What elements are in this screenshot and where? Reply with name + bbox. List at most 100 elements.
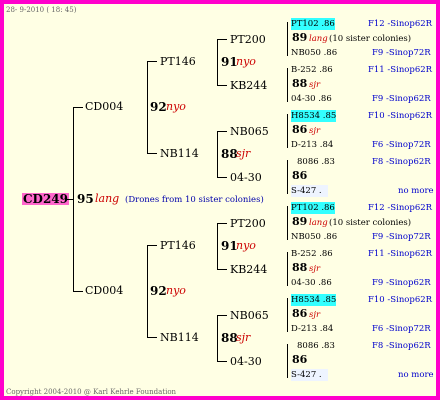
gen4-num: 86: [292, 307, 308, 320]
gen4-id[interactable]: H8534 .85: [291, 294, 337, 306]
gen4-id[interactable]: S-427 .: [291, 369, 328, 381]
sire-id[interactable]: CD004: [85, 285, 123, 297]
connector: [217, 39, 218, 86]
gen2-breeder: nyo: [236, 239, 256, 252]
connector: [147, 337, 157, 338]
sire-breeder: nyo: [166, 284, 186, 297]
gen4-id[interactable]: NB050 .86: [291, 47, 337, 59]
connector: [287, 344, 288, 378]
sire-num: 92: [150, 284, 167, 298]
gen2-id[interactable]: NB114: [160, 332, 199, 344]
gen4-ref: F11 -Sinop62R: [368, 65, 433, 75]
gen3-id[interactable]: KB244: [230, 264, 267, 276]
gen4-ref: F9 -Sinop72R: [372, 48, 431, 58]
gen4-num: 86: [292, 169, 308, 182]
connector: [147, 153, 157, 154]
gen4-id[interactable]: PT102 .86: [291, 18, 335, 30]
gen4-id[interactable]: H8534 .85: [291, 110, 337, 122]
gen4-note: (10 sister colonies): [329, 218, 412, 228]
gen2-breeder: nyo: [236, 55, 256, 68]
gen4-id[interactable]: 8086 .83: [297, 340, 335, 352]
gen2-breeder: sjr: [236, 147, 251, 160]
gen4-ref: no more: [398, 370, 434, 380]
timestamp: 28- 9-2010 ( 18: 45): [6, 6, 77, 14]
dam-id[interactable]: CD004: [85, 101, 123, 113]
gen4-id[interactable]: B-252 .86: [291, 248, 333, 260]
gen4-breeder: sjr: [309, 126, 321, 136]
connector: [287, 252, 288, 286]
root-breeder: lang: [95, 192, 120, 205]
connector: [217, 361, 227, 362]
gen4-ref: F12 -Sinop62R: [368, 203, 433, 213]
gen4-ref: F8 -Sinop62R: [372, 341, 431, 351]
connector: [147, 61, 157, 62]
gen4-id[interactable]: NB050 .86: [291, 231, 337, 243]
gen2-id[interactable]: PT146: [160, 240, 196, 252]
connector: [217, 177, 227, 178]
dam-num: 92: [150, 100, 167, 114]
connector: [217, 131, 218, 178]
connector: [147, 61, 148, 154]
gen4-id[interactable]: 04-30 .86: [291, 277, 332, 289]
gen4-ref: F10 -Sinop62R: [368, 111, 433, 121]
connector: [147, 245, 148, 338]
connector: [217, 223, 227, 224]
gen4-breeder: sjr: [309, 80, 321, 90]
pedigree-page: 28- 9-2010 ( 18: 45) CD249 95 lang (Dron…: [0, 0, 440, 400]
gen3-id[interactable]: PT200: [230, 34, 266, 46]
connector: [217, 85, 227, 86]
connector: [73, 107, 83, 108]
gen2-id[interactable]: PT146: [160, 56, 196, 68]
gen4-id[interactable]: B-252 .86: [291, 64, 333, 76]
connector: [217, 131, 227, 132]
connector: [287, 22, 288, 56]
gen4-num: 88: [292, 77, 308, 90]
root-note: (Drones from 10 sister colonies): [125, 195, 264, 205]
connector: [217, 39, 227, 40]
gen4-ref: F9 -Sinop72R: [372, 232, 431, 242]
gen2-id[interactable]: NB114: [160, 148, 199, 160]
connector: [217, 315, 218, 362]
gen4-num: 86: [292, 353, 308, 366]
gen4-id[interactable]: D-213 .84: [291, 323, 333, 335]
gen3-id[interactable]: 04-30: [230, 356, 262, 368]
gen4-num: 89: [292, 215, 308, 228]
gen3-id[interactable]: PT200: [230, 218, 266, 230]
gen4-id[interactable]: 04-30 .86: [291, 93, 332, 105]
gen4-ref: F11 -Sinop62R: [368, 249, 433, 259]
gen4-ref: no more: [398, 186, 434, 196]
connector: [73, 107, 74, 292]
connector: [217, 269, 227, 270]
root-num: 95: [77, 192, 94, 206]
connector: [287, 160, 288, 194]
gen4-ref: F6 -Sinop72R: [372, 140, 431, 150]
gen4-id[interactable]: 8086 .83: [297, 156, 335, 168]
gen2-breeder: sjr: [236, 331, 251, 344]
gen4-ref: F8 -Sinop62R: [372, 157, 431, 167]
gen3-id[interactable]: KB244: [230, 80, 267, 92]
gen3-id[interactable]: NB065: [230, 310, 269, 322]
gen3-id[interactable]: 04-30: [230, 172, 262, 184]
connector: [287, 68, 288, 102]
gen4-ref: F9 -Sinop62R: [372, 94, 431, 104]
gen4-num: 88: [292, 261, 308, 274]
copyright: Copyright 2004-2010 @ Karl Kehrle Founda…: [6, 388, 177, 396]
gen4-ref: F10 -Sinop62R: [368, 295, 433, 305]
gen4-id[interactable]: PT102 .86: [291, 202, 335, 214]
gen4-ref: F6 -Sinop72R: [372, 324, 431, 334]
gen4-id[interactable]: D-213 .84: [291, 139, 333, 151]
root-id[interactable]: CD249: [22, 193, 70, 205]
gen4-breeder: lang: [309, 34, 328, 44]
connector: [287, 114, 288, 148]
connector: [287, 206, 288, 240]
connector: [73, 291, 83, 292]
gen4-id[interactable]: S-427 .: [291, 185, 328, 197]
gen4-num: 86: [292, 123, 308, 136]
gen4-breeder: sjr: [309, 310, 321, 320]
gen4-breeder: lang: [309, 218, 328, 228]
dam-breeder: nyo: [166, 100, 186, 113]
connector: [217, 223, 218, 270]
connector: [217, 315, 227, 316]
gen3-id[interactable]: NB065: [230, 126, 269, 138]
gen4-num: 89: [292, 31, 308, 44]
